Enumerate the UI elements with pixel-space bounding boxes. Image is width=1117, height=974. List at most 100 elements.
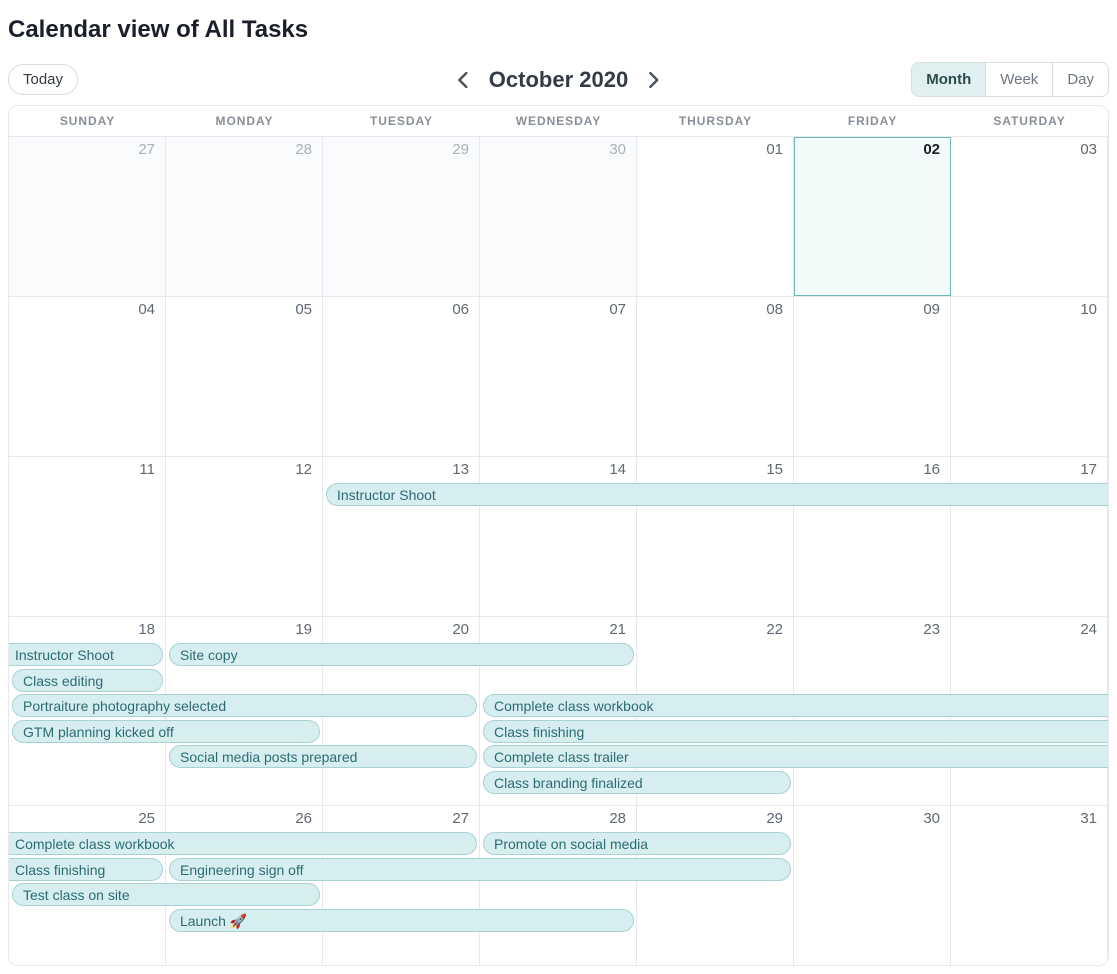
day-cell[interactable]: 29 <box>637 806 794 965</box>
day-cell[interactable]: 15 <box>637 457 794 616</box>
day-cell[interactable]: 10 <box>951 297 1108 456</box>
day-cell[interactable]: 06 <box>323 297 480 456</box>
day-of-week-header: SUNDAYMONDAYTUESDAYWEDNESDAYTHURSDAYFRID… <box>9 106 1108 136</box>
day-number: 05 <box>166 301 316 318</box>
calendar-grid: SUNDAYMONDAYTUESDAYWEDNESDAYTHURSDAYFRID… <box>8 105 1109 966</box>
day-number: 17 <box>951 461 1101 478</box>
dow-cell: THURSDAY <box>637 106 794 136</box>
prev-month-button[interactable] <box>451 68 475 92</box>
day-cell[interactable]: 12 <box>166 457 323 616</box>
day-number: 11 <box>9 461 159 478</box>
dow-cell: FRIDAY <box>794 106 951 136</box>
current-month-label: October 2020 <box>489 67 628 93</box>
chevron-right-icon <box>649 72 660 88</box>
chevron-left-icon <box>457 72 468 88</box>
event-bar[interactable]: Social media posts prepared <box>169 745 477 768</box>
view-toggle: Month Week Day <box>911 62 1109 97</box>
view-week-button[interactable]: Week <box>985 63 1052 96</box>
day-number: 23 <box>794 621 944 638</box>
day-number: 13 <box>323 461 473 478</box>
day-cell[interactable]: 16 <box>794 457 951 616</box>
calendar-week: 04 05 06 07 08 09 10 <box>9 296 1108 456</box>
event-bar[interactable]: GTM planning kicked off <box>12 720 320 743</box>
dow-cell: WEDNESDAY <box>480 106 637 136</box>
event-bar[interactable]: Instructor Shoot <box>326 483 1108 506</box>
day-cell[interactable]: 09 <box>794 297 951 456</box>
page-title: Calendar view of All Tasks <box>8 16 1109 44</box>
event-bar[interactable]: Complete class workbook <box>9 832 477 855</box>
dow-cell: SUNDAY <box>9 106 166 136</box>
day-number: 21 <box>480 621 630 638</box>
view-month-button[interactable]: Month <box>912 63 985 96</box>
day-cell[interactable]: 17 <box>951 457 1108 616</box>
day-number: 29 <box>323 141 473 158</box>
day-cell[interactable]: 31 <box>951 806 1108 965</box>
day-number: 04 <box>9 301 159 318</box>
day-cell[interactable]: 03 <box>951 137 1108 296</box>
day-cell[interactable]: 02 <box>794 137 951 296</box>
event-bar[interactable]: Instructor Shoot <box>9 643 163 666</box>
dow-cell: SATURDAY <box>951 106 1108 136</box>
day-number: 31 <box>951 810 1101 827</box>
event-bar[interactable]: Engineering sign off <box>169 858 791 881</box>
day-number: 27 <box>323 810 473 827</box>
event-bar[interactable]: Class finishing <box>483 720 1108 743</box>
day-cell[interactable]: 28 <box>166 137 323 296</box>
calendar-week: 27 28 29 30 01 02 03 <box>9 136 1108 296</box>
day-cell[interactable]: 07 <box>480 297 637 456</box>
day-number: 28 <box>480 810 630 827</box>
event-bar[interactable]: Promote on social media <box>483 832 791 855</box>
day-number: 07 <box>480 301 630 318</box>
day-cell[interactable]: 30 <box>794 806 951 965</box>
event-bar[interactable]: Site copy <box>169 643 634 666</box>
day-cell[interactable]: 27 <box>9 137 166 296</box>
event-bar[interactable]: Class branding finalized <box>483 771 791 794</box>
day-number: 03 <box>951 141 1101 158</box>
day-cell[interactable]: 30 <box>480 137 637 296</box>
day-number: 18 <box>9 621 159 638</box>
day-cell[interactable]: 14 <box>480 457 637 616</box>
day-cell[interactable]: 04 <box>9 297 166 456</box>
day-number: 30 <box>480 141 630 158</box>
event-bar[interactable]: Class editing <box>12 669 163 692</box>
next-month-button[interactable] <box>642 68 666 92</box>
day-number: 30 <box>794 810 944 827</box>
day-cell[interactable]: 28 <box>480 806 637 965</box>
day-cell[interactable]: 01 <box>637 137 794 296</box>
day-number: 19 <box>166 621 316 638</box>
day-number: 06 <box>323 301 473 318</box>
event-bar[interactable]: Complete class trailer <box>483 745 1108 768</box>
calendar-toolbar: Today October 2020 Month Week Day <box>8 62 1109 97</box>
calendar-weeks: 27 28 29 30 01 02 03 04 05 06 07 08 09 10 11 1213 14 15 16… <box>9 136 1108 965</box>
day-number: 29 <box>637 810 787 827</box>
day-number: 28 <box>166 141 316 158</box>
day-number: 25 <box>9 810 159 827</box>
view-day-button[interactable]: Day <box>1052 63 1108 96</box>
today-button[interactable]: Today <box>8 64 78 95</box>
event-bar[interactable]: Launch 🚀 <box>169 909 634 932</box>
calendar-week: 18192021222324Instructor ShootSite copyC… <box>9 616 1108 805</box>
day-number: 26 <box>166 810 316 827</box>
event-bar[interactable]: Portraiture photography selected <box>12 694 477 717</box>
day-number: 16 <box>794 461 944 478</box>
day-cell[interactable]: 05 <box>166 297 323 456</box>
day-cell[interactable]: 13 <box>323 457 480 616</box>
day-number: 02 <box>794 141 944 158</box>
event-bar[interactable]: Class finishing <box>9 858 163 881</box>
day-cell[interactable]: 08 <box>637 297 794 456</box>
day-cell[interactable]: 27 <box>323 806 480 965</box>
dow-cell: TUESDAY <box>323 106 480 136</box>
day-number: 08 <box>637 301 787 318</box>
event-bar[interactable]: Test class on site <box>12 883 320 906</box>
day-number: 15 <box>637 461 787 478</box>
dow-cell: MONDAY <box>166 106 323 136</box>
calendar-week: 25 26 27 28 29 30 31 Complete class workbook Pro… <box>9 805 1108 965</box>
event-bar[interactable]: Complete class workbook <box>483 694 1108 717</box>
day-number: 01 <box>637 141 787 158</box>
day-number: 27 <box>9 141 159 158</box>
day-cell[interactable]: 29 <box>323 137 480 296</box>
day-number: 22 <box>637 621 787 638</box>
day-number: 14 <box>480 461 630 478</box>
day-cell[interactable]: 11 <box>9 457 166 616</box>
day-number: 09 <box>794 301 944 318</box>
